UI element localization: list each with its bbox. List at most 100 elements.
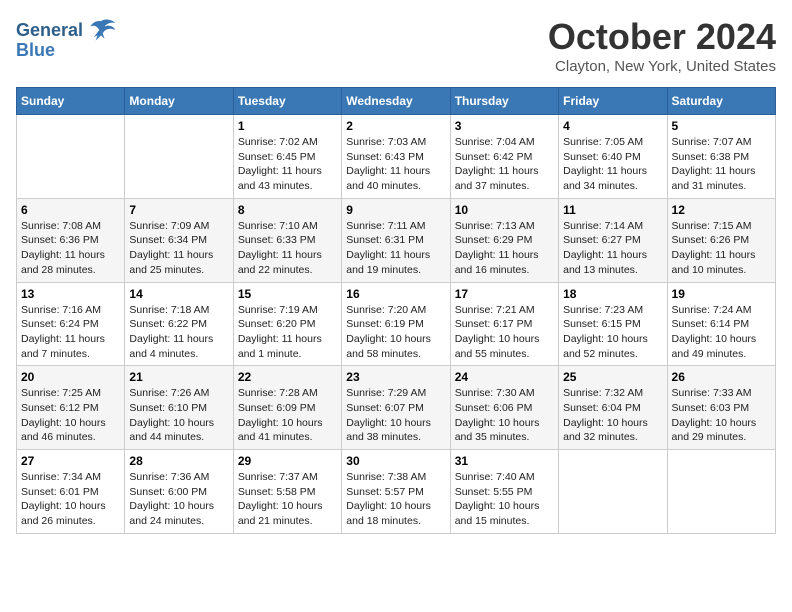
cell-content: Sunrise: 7:08 AM Sunset: 6:36 PM Dayligh… xyxy=(21,219,120,278)
week-row-1: 1Sunrise: 7:02 AM Sunset: 6:45 PM Daylig… xyxy=(17,115,776,199)
cell-content: Sunrise: 7:20 AM Sunset: 6:19 PM Dayligh… xyxy=(346,303,445,362)
cell-content: Sunrise: 7:25 AM Sunset: 6:12 PM Dayligh… xyxy=(21,386,120,445)
calendar-cell: 8 Sunrise: 7:10 AM Sunset: 6:33 PM Daylig… xyxy=(233,198,341,282)
calendar-cell: 23 Sunrise: 7:29 AM Sunset: 6:07 PM Dayli… xyxy=(342,366,450,450)
day-number: 8 xyxy=(238,203,337,217)
calendar-cell: 25Sunrise: 7:32 AM Sunset: 6:04 PM Dayli… xyxy=(559,366,667,450)
cell-content: Sunrise: 7:23 AM Sunset: 6:15 PM Dayligh… xyxy=(563,303,662,362)
cell-content: Sunrise: 7:37 AM Sunset: 5:58 PM Dayligh… xyxy=(238,470,337,529)
calendar-cell: 6 Sunrise: 7:08 AM Sunset: 6:36 PM Daylig… xyxy=(17,198,125,282)
cell-content: Sunrise: 7:13 AM Sunset: 6:29 PM Dayligh… xyxy=(455,219,554,278)
day-number: 4 xyxy=(563,119,662,133)
cell-content: Sunrise: 7:15 AM Sunset: 6:26 PM Dayligh… xyxy=(672,219,771,278)
day-number: 31 xyxy=(455,454,554,468)
cell-content: Sunrise: 7:04 AM Sunset: 6:42 PM Dayligh… xyxy=(455,135,554,194)
logo-text-general: General xyxy=(16,20,83,41)
cell-content: Sunrise: 7:10 AM Sunset: 6:33 PM Dayligh… xyxy=(238,219,337,278)
cell-content: Sunrise: 7:28 AM Sunset: 6:09 PM Dayligh… xyxy=(238,386,337,445)
day-header-sunday: Sunday xyxy=(17,88,125,115)
calendar-cell: 29 Sunrise: 7:37 AM Sunset: 5:58 PM Dayli… xyxy=(233,450,341,534)
calendar-cell: 16 Sunrise: 7:20 AM Sunset: 6:19 PM Dayli… xyxy=(342,282,450,366)
day-number: 17 xyxy=(455,287,554,301)
calendar-cell: 12 Sunrise: 7:15 AM Sunset: 6:26 PM Dayli… xyxy=(667,198,775,282)
calendar-cell: 31Sunrise: 7:40 AM Sunset: 5:55 PM Dayli… xyxy=(450,450,558,534)
calendar-cell: 5Sunrise: 7:07 AM Sunset: 6:38 PM Daylig… xyxy=(667,115,775,199)
calendar-cell: 3Sunrise: 7:04 AM Sunset: 6:42 PM Daylig… xyxy=(450,115,558,199)
cell-content: Sunrise: 7:33 AM Sunset: 6:03 PM Dayligh… xyxy=(672,386,771,445)
day-number: 13 xyxy=(21,287,120,301)
cell-content: Sunrise: 7:38 AM Sunset: 5:57 PM Dayligh… xyxy=(346,470,445,529)
cell-content: Sunrise: 7:19 AM Sunset: 6:20 PM Dayligh… xyxy=(238,303,337,362)
month-title: October 2024 xyxy=(548,16,776,58)
calendar-cell: 27Sunrise: 7:34 AM Sunset: 6:01 PM Dayli… xyxy=(17,450,125,534)
calendar-cell: 2Sunrise: 7:03 AM Sunset: 6:43 PM Daylig… xyxy=(342,115,450,199)
cell-content: Sunrise: 7:32 AM Sunset: 6:04 PM Dayligh… xyxy=(563,386,662,445)
calendar-cell: 30Sunrise: 7:38 AM Sunset: 5:57 PM Dayli… xyxy=(342,450,450,534)
cell-content: Sunrise: 7:18 AM Sunset: 6:22 PM Dayligh… xyxy=(129,303,228,362)
calendar-cell: 20 Sunrise: 7:25 AM Sunset: 6:12 PM Dayli… xyxy=(17,366,125,450)
cell-content: Sunrise: 7:09 AM Sunset: 6:34 PM Dayligh… xyxy=(129,219,228,278)
week-row-5: 27Sunrise: 7:34 AM Sunset: 6:01 PM Dayli… xyxy=(17,450,776,534)
calendar-table: SundayMondayTuesdayWednesdayThursdayFrid… xyxy=(16,87,776,534)
location-title: Clayton, New York, United States xyxy=(548,58,776,75)
calendar-cell: 18 Sunrise: 7:23 AM Sunset: 6:15 PM Dayli… xyxy=(559,282,667,366)
day-number: 26 xyxy=(672,370,771,384)
week-row-2: 6 Sunrise: 7:08 AM Sunset: 6:36 PM Daylig… xyxy=(17,198,776,282)
calendar-cell: 26 Sunrise: 7:33 AM Sunset: 6:03 PM Dayli… xyxy=(667,366,775,450)
day-number: 19 xyxy=(672,287,771,301)
day-number: 15 xyxy=(238,287,337,301)
calendar-cell: 13 Sunrise: 7:16 AM Sunset: 6:24 PM Dayli… xyxy=(17,282,125,366)
day-number: 5 xyxy=(672,119,771,133)
calendar-cell: 14 Sunrise: 7:18 AM Sunset: 6:22 PM Dayli… xyxy=(125,282,233,366)
day-number: 6 xyxy=(21,203,120,217)
header-row: SundayMondayTuesdayWednesdayThursdayFrid… xyxy=(17,88,776,115)
cell-content: Sunrise: 7:36 AM Sunset: 6:00 PM Dayligh… xyxy=(129,470,228,529)
day-number: 21 xyxy=(129,370,228,384)
cell-content: Sunrise: 7:11 AM Sunset: 6:31 PM Dayligh… xyxy=(346,219,445,278)
day-header-tuesday: Tuesday xyxy=(233,88,341,115)
calendar-cell: 4 Sunrise: 7:05 AM Sunset: 6:40 PM Daylig… xyxy=(559,115,667,199)
day-number: 20 xyxy=(21,370,120,384)
logo: General Blue xyxy=(16,16,117,61)
calendar-cell: 11 Sunrise: 7:14 AM Sunset: 6:27 PM Dayli… xyxy=(559,198,667,282)
day-number: 7 xyxy=(129,203,228,217)
calendar-body: 1Sunrise: 7:02 AM Sunset: 6:45 PM Daylig… xyxy=(17,115,776,534)
calendar-cell xyxy=(125,115,233,199)
calendar-cell: 21 Sunrise: 7:26 AM Sunset: 6:10 PM Dayli… xyxy=(125,366,233,450)
day-number: 2 xyxy=(346,119,445,133)
day-header-wednesday: Wednesday xyxy=(342,88,450,115)
day-number: 23 xyxy=(346,370,445,384)
title-area: October 2024 Clayton, New York, United S… xyxy=(548,16,776,75)
calendar-cell: 15 Sunrise: 7:19 AM Sunset: 6:20 PM Dayli… xyxy=(233,282,341,366)
day-number: 14 xyxy=(129,287,228,301)
cell-content: Sunrise: 7:29 AM Sunset: 6:07 PM Dayligh… xyxy=(346,386,445,445)
calendar-cell: 22 Sunrise: 7:28 AM Sunset: 6:09 PM Dayli… xyxy=(233,366,341,450)
day-header-monday: Monday xyxy=(125,88,233,115)
calendar-cell: 1Sunrise: 7:02 AM Sunset: 6:45 PM Daylig… xyxy=(233,115,341,199)
calendar-cell xyxy=(17,115,125,199)
day-number: 1 xyxy=(238,119,337,133)
week-row-4: 20 Sunrise: 7:25 AM Sunset: 6:12 PM Dayli… xyxy=(17,366,776,450)
cell-content: Sunrise: 7:14 AM Sunset: 6:27 PM Dayligh… xyxy=(563,219,662,278)
day-number: 29 xyxy=(238,454,337,468)
calendar-cell: 28Sunrise: 7:36 AM Sunset: 6:00 PM Dayli… xyxy=(125,450,233,534)
day-number: 9 xyxy=(346,203,445,217)
calendar-cell: 9 Sunrise: 7:11 AM Sunset: 6:31 PM Daylig… xyxy=(342,198,450,282)
day-header-thursday: Thursday xyxy=(450,88,558,115)
page-header: General Blue October 2024 Clayton, New Y… xyxy=(16,16,776,75)
day-number: 16 xyxy=(346,287,445,301)
day-number: 22 xyxy=(238,370,337,384)
cell-content: Sunrise: 7:30 AM Sunset: 6:06 PM Dayligh… xyxy=(455,386,554,445)
cell-content: Sunrise: 7:24 AM Sunset: 6:14 PM Dayligh… xyxy=(672,303,771,362)
day-number: 12 xyxy=(672,203,771,217)
cell-content: Sunrise: 7:16 AM Sunset: 6:24 PM Dayligh… xyxy=(21,303,120,362)
day-header-friday: Friday xyxy=(559,88,667,115)
calendar-cell xyxy=(667,450,775,534)
day-number: 11 xyxy=(563,203,662,217)
calendar-header: SundayMondayTuesdayWednesdayThursdayFrid… xyxy=(17,88,776,115)
calendar-cell: 24Sunrise: 7:30 AM Sunset: 6:06 PM Dayli… xyxy=(450,366,558,450)
cell-content: Sunrise: 7:26 AM Sunset: 6:10 PM Dayligh… xyxy=(129,386,228,445)
logo-bird-icon xyxy=(85,16,117,44)
cell-content: Sunrise: 7:05 AM Sunset: 6:40 PM Dayligh… xyxy=(563,135,662,194)
day-number: 18 xyxy=(563,287,662,301)
